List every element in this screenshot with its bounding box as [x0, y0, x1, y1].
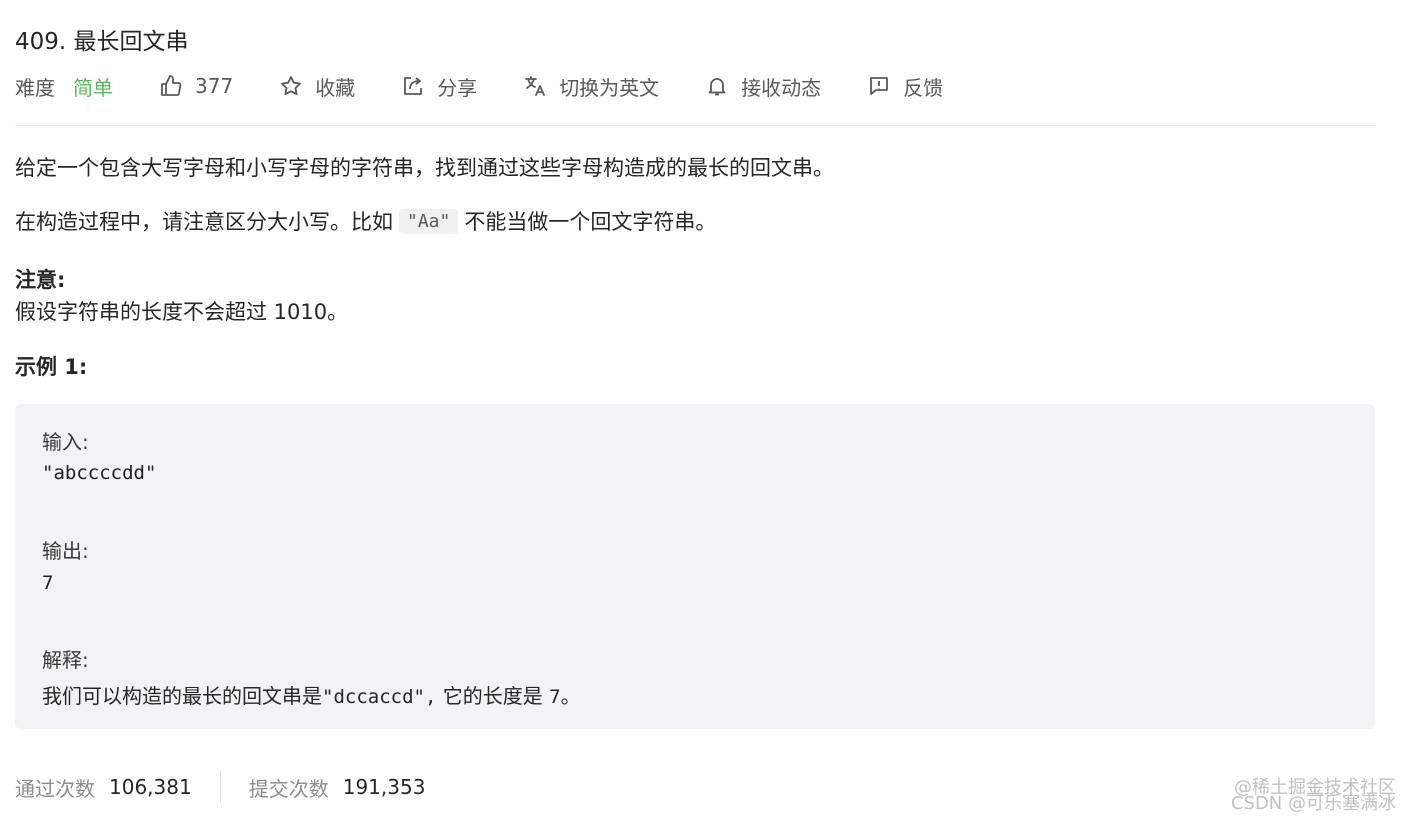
difficulty-label: 难度	[15, 75, 55, 100]
example-explain-label: 解释:	[42, 648, 89, 672]
description-paragraph-2: 在构造过程中，请注意区分大小写。比如 "Aa" 不能当做一个回文字符串。	[15, 206, 716, 236]
explain-prefix: 我们可以构造的最长的回文串是	[42, 684, 322, 708]
like-button[interactable]: 377	[159, 74, 233, 98]
favorite-button[interactable]: 收藏	[279, 72, 355, 101]
share-icon	[404, 77, 423, 95]
example-output-value: 7	[42, 572, 54, 594]
explain-number: 7	[549, 686, 561, 708]
favorite-label: 收藏	[315, 75, 356, 100]
divider	[15, 125, 1376, 126]
thumbs-up-icon	[161, 75, 182, 96]
description-paragraph-1: 给定一个包含大写字母和小写字母的字符串，找到通过这些字母构造成的最长的回文串。	[15, 156, 834, 180]
watermark-csdn: CSDN @可乐塞满冰	[1230, 793, 1396, 814]
like-count: 377	[195, 74, 234, 98]
notify-label: 接收动态	[741, 75, 822, 100]
feedback-label: 反馈	[903, 75, 944, 100]
star-icon	[281, 76, 302, 96]
problem-meta-bar: 难度 简单 377 收藏 分享 切换为英文 接收动态 反馈	[15, 70, 989, 102]
accepted-label: 通过次数	[15, 776, 95, 801]
translate-button[interactable]: 切换为英文	[523, 72, 659, 101]
example-input-label: 输入:	[42, 430, 89, 454]
submitted-value: 191,353	[342, 775, 426, 799]
submission-stats: 通过次数 106,381 提交次数 191,353	[15, 770, 425, 804]
translate-label: 切换为英文	[559, 75, 660, 100]
example-block: 输入: "abccccdd" 输出: 7 解释: 我们可以构造的最长的回文串是"…	[15, 404, 1375, 729]
difficulty-value: 简单	[73, 75, 113, 100]
submitted-label: 提交次数	[248, 776, 329, 801]
notify-button[interactable]: 接收动态	[705, 72, 821, 101]
para2-text-before: 在构造过程中，请注意区分大小写。比如	[15, 210, 393, 234]
explain-end: 。	[560, 684, 581, 708]
stats-divider	[219, 771, 221, 803]
explain-code: "dccaccd",	[322, 686, 437, 708]
inline-code-aa: "Aa"	[399, 209, 459, 234]
share-button[interactable]: 分享	[401, 72, 477, 101]
note-text: 假设字符串的长度不会超过 1010。	[15, 300, 349, 324]
problem-title: 409. 最长回文串	[15, 29, 189, 55]
share-label: 分享	[437, 75, 478, 100]
para2-text-after: 不能当做一个回文字符串。	[464, 210, 717, 234]
translate-icon	[525, 76, 546, 96]
explain-suffix: 它的长度是	[436, 684, 550, 708]
example-input-value: "abccccdd"	[42, 462, 157, 484]
example-explain-text: 我们可以构造的最长的回文串是"dccaccd", 它的长度是 7。	[42, 680, 581, 709]
accepted-value: 106,381	[109, 775, 192, 799]
feedback-icon	[870, 77, 889, 95]
note-title: 注意:	[15, 268, 66, 292]
bell-icon	[708, 78, 726, 96]
difficulty: 难度 简单	[15, 72, 113, 101]
example-title: 示例 1:	[15, 355, 88, 379]
feedback-button[interactable]: 反馈	[867, 72, 943, 101]
example-output-label: 输出:	[42, 539, 89, 563]
